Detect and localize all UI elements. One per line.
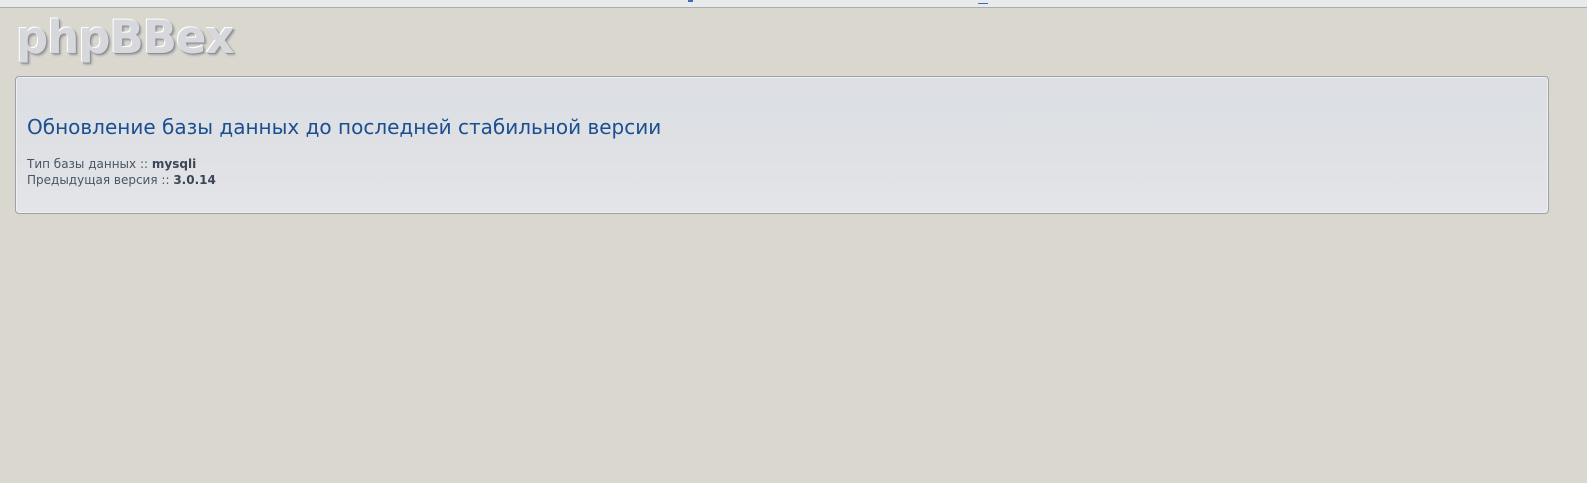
db-type-label: Тип базы данных	[27, 157, 137, 171]
top-browser-strip	[0, 0, 1587, 8]
top-strip-underline-mark	[978, 0, 988, 4]
top-strip-mark	[688, 0, 693, 2]
prev-version-value: 3.0.14	[173, 173, 216, 187]
db-type-separator: ::	[139, 157, 149, 171]
update-panel: Обновление базы данных до последней стаб…	[15, 76, 1549, 214]
db-type-row: Тип базы данных :: mysqli	[27, 156, 196, 172]
page-title: Обновление базы данных до последней стаб…	[27, 115, 662, 139]
site-logo[interactable]: phpBBex	[16, 8, 235, 68]
db-type-value: mysqli	[151, 157, 197, 171]
prev-version-row: Предыдущая версия :: 3.0.14	[27, 172, 216, 188]
prev-version-label: Предыдущая версия	[27, 173, 158, 187]
prev-version-separator: ::	[161, 173, 170, 187]
